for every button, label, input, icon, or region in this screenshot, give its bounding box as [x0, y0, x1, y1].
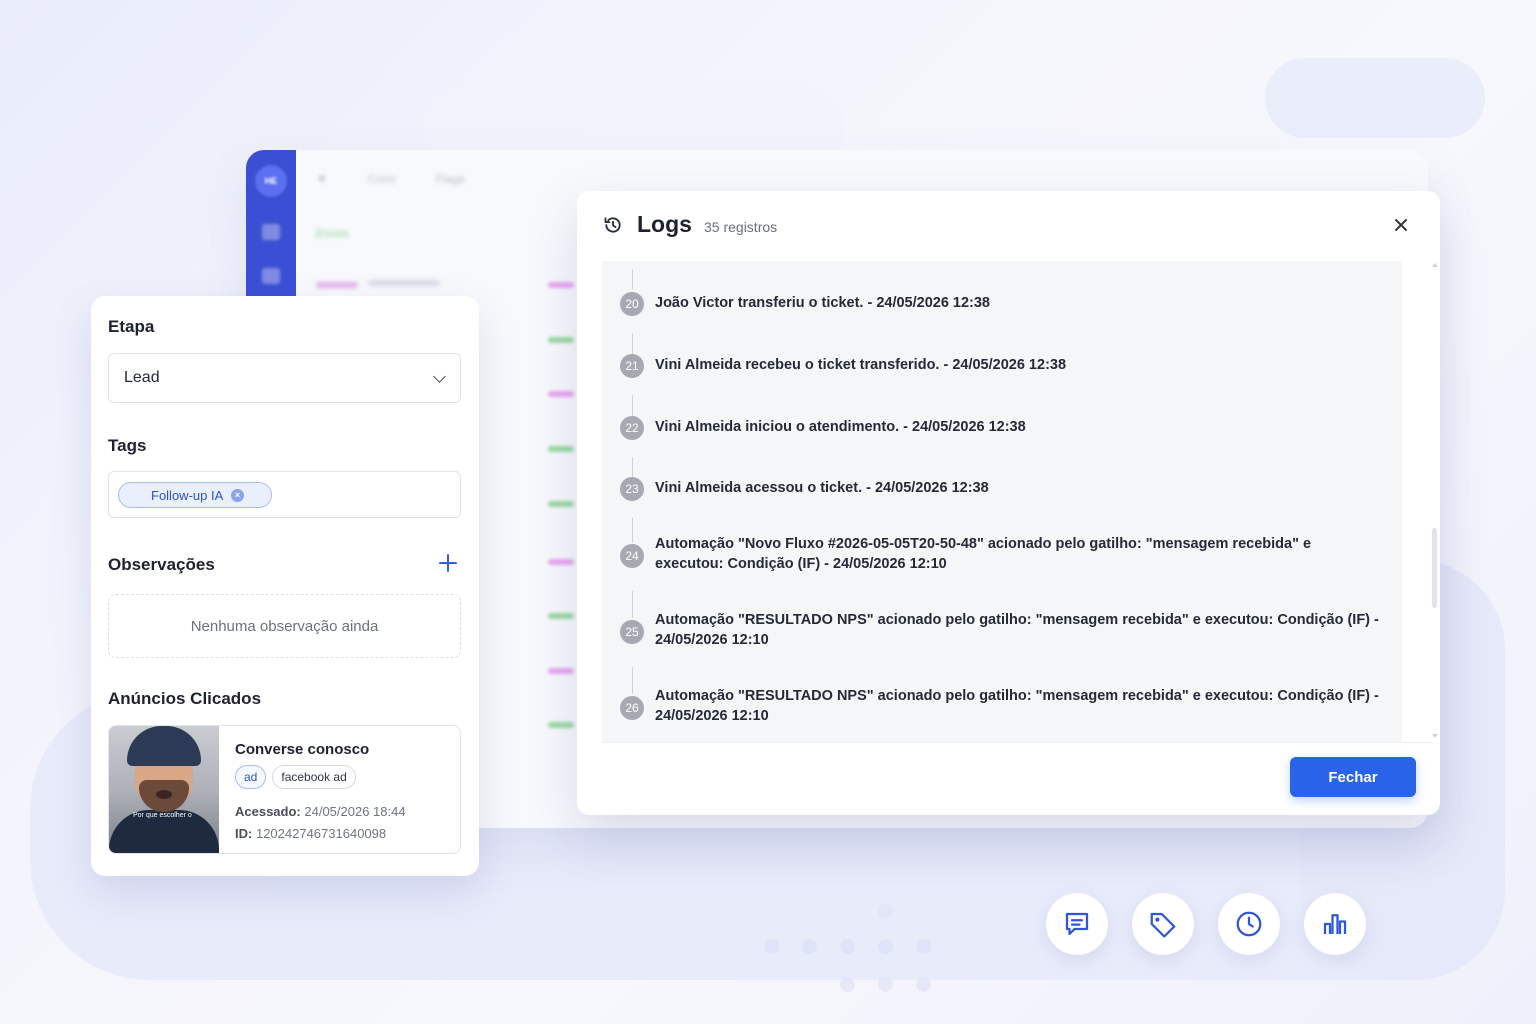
contact-details-panel: Etapa Lead Tags Follow-up IA × Observaçõ… — [91, 296, 479, 876]
building-icon — [262, 224, 280, 240]
tag-button[interactable] — [1132, 893, 1194, 955]
badge-facebook-ad: facebook ad — [272, 765, 356, 789]
log-text: Vini Almeida recebeu o ticket transferid… — [655, 357, 1067, 373]
log-number: 25 — [620, 620, 644, 644]
timeline-connector — [632, 518, 633, 543]
log-number: 22 — [620, 416, 644, 440]
id-value: 120242746731640098 — [255, 826, 387, 841]
log-number: 23 — [620, 477, 644, 501]
log-scrollbar[interactable] — [1432, 261, 1438, 742]
modal-title: Logs — [637, 211, 692, 237]
decorative-dot — [802, 939, 817, 954]
decorative-dot — [916, 939, 931, 954]
section-label: Envios — [316, 228, 350, 240]
decorative-dot — [840, 939, 855, 954]
status-dot — [548, 613, 574, 619]
close-circle-icon[interactable]: × — [231, 489, 244, 502]
accessed-label: Acessado: — [235, 804, 301, 819]
badge-ad: ad — [235, 765, 267, 789]
status-dot — [548, 559, 574, 565]
status-dot — [548, 337, 574, 343]
timeline-connector — [632, 667, 633, 694]
clock-icon — [1236, 911, 1262, 937]
tag-icon — [1150, 912, 1176, 938]
decorative-dot — [878, 904, 893, 919]
decorative-dot — [764, 939, 779, 954]
ad-title: Converse conosco — [235, 741, 370, 758]
app-logo: HE — [255, 165, 287, 197]
log-number: 24 — [620, 544, 644, 568]
ad-info: Converse conosco ad facebook ad Acessado… — [235, 741, 406, 845]
filter-icon: ▼ — [316, 172, 328, 186]
scroll-down-arrow[interactable] — [1432, 734, 1438, 738]
log-number: 20 — [620, 292, 644, 316]
status-dot — [548, 668, 574, 674]
inbox-icon — [262, 268, 280, 284]
top-item: Flags — [435, 172, 466, 186]
close-modal-button[interactable]: Fechar — [1290, 757, 1416, 797]
observacoes-empty-state: Nenhuma observação ainda — [108, 594, 461, 658]
id-label: ID: — [235, 826, 253, 841]
top-item: Conv — [367, 172, 396, 186]
log-number: 26 — [620, 696, 644, 720]
status-dot — [548, 501, 574, 507]
timeline-connector — [632, 591, 633, 618]
tags-input[interactable]: Follow-up IA × — [108, 471, 461, 518]
history-icon — [604, 217, 621, 233]
plus-icon[interactable] — [439, 554, 457, 572]
decorative-dot — [840, 977, 855, 992]
anuncios-title: Anúncios Clicados — [108, 689, 262, 708]
decorative-dot — [916, 977, 931, 992]
chart-button[interactable] — [1304, 893, 1366, 955]
chevron-down-icon — [433, 370, 446, 383]
log-list[interactable]: 20 João Victor transferiu o ticket. - 24… — [602, 261, 1402, 742]
clock-button[interactable] — [1218, 893, 1280, 955]
ad-meta: Acessado: 24/05/2026 18:44 ID: 120242746… — [235, 801, 406, 845]
records-count: 35 registros — [704, 219, 778, 235]
ad-badges: ad facebook ad — [235, 765, 406, 789]
logs-modal: Logs 35 registros 20 João Victor transfe… — [577, 191, 1440, 815]
etapa-title: Etapa — [108, 317, 155, 336]
log-text: Vini Almeida acessou o ticket. - 24/05/2… — [655, 480, 989, 496]
etapa-select[interactable]: Lead — [108, 353, 461, 403]
log-number: 21 — [620, 354, 644, 378]
background-shape — [1265, 58, 1485, 138]
bar-chart-icon — [1323, 914, 1347, 934]
timeline-connector — [632, 269, 633, 289]
status-dot — [548, 282, 574, 288]
status-dot — [548, 446, 574, 452]
log-text: Automação "RESULTADO NPS" acionado pelo … — [655, 688, 1379, 724]
ad-card[interactable]: Por que escolher o Converse conosco ad f… — [108, 725, 461, 854]
decorative-dot — [878, 977, 893, 992]
log-text: Automação "RESULTADO NPS" acionado pelo … — [655, 612, 1379, 648]
status-dot — [548, 391, 574, 397]
app-top-bar: ▼ Conv Flags — [316, 172, 465, 186]
accessed-value: 24/05/2026 18:44 — [304, 804, 406, 819]
decorative-dot — [878, 939, 893, 954]
etapa-selected-value: Lead — [124, 369, 160, 386]
blurred-row — [368, 280, 440, 286]
scroll-up-arrow[interactable] — [1432, 263, 1438, 267]
tags-title: Tags — [108, 436, 147, 455]
ad-thumbnail: Por que escolher o — [109, 726, 219, 853]
chat-icon — [1065, 912, 1089, 936]
status-dot — [548, 722, 574, 728]
log-text: João Victor transferiu o ticket. - 24/05… — [655, 295, 991, 311]
log-text: Vini Almeida iniciou o atendimento. - 24… — [655, 419, 1026, 435]
blurred-row — [316, 282, 358, 288]
observacoes-title: Observações — [108, 555, 215, 574]
close-icon[interactable] — [1391, 215, 1411, 235]
thumbnail-caption: Por que escolher o — [133, 812, 192, 819]
chat-button[interactable] — [1046, 893, 1108, 955]
scroll-thumb[interactable] — [1432, 528, 1437, 608]
tag-label: Follow-up IA — [151, 487, 224, 503]
modal-divider — [602, 742, 1432, 743]
log-text: Automação "Novo Fluxo #2026-05-05T20-50-… — [655, 536, 1312, 572]
empty-text: Nenhuma observação ainda — [190, 617, 379, 635]
tag-chip: Follow-up IA × — [118, 482, 272, 508]
